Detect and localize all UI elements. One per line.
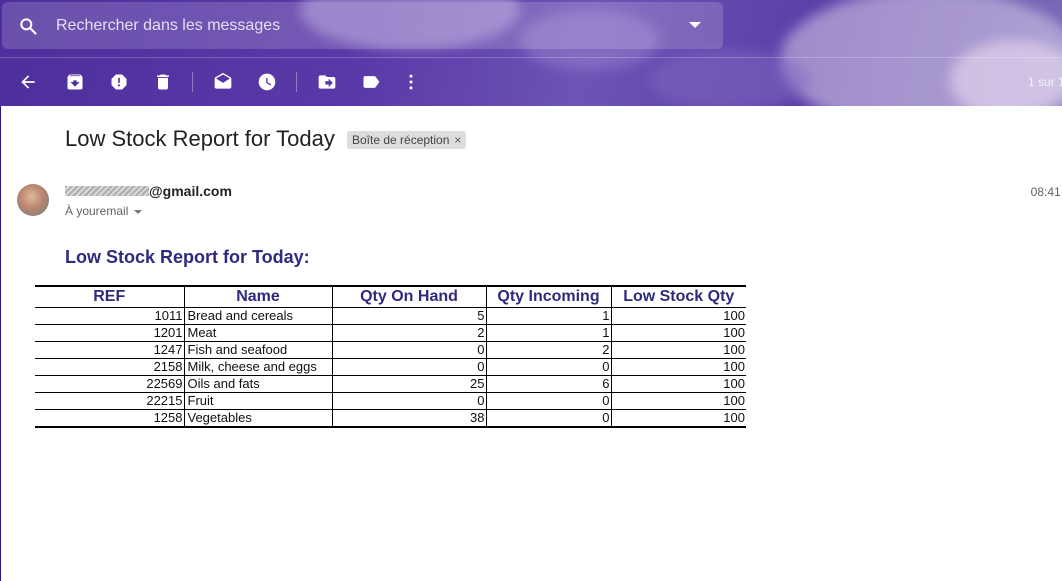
qty-on-hand-cell: 25 [331,375,486,393]
inbox-label-chip[interactable]: Boîte de réception × [347,131,467,149]
delete-icon[interactable] [153,72,173,92]
qty-on-hand-cell: 5 [331,307,486,325]
low-stock-qty-cell: 100 [610,409,746,428]
report-spam-icon[interactable] [109,72,129,92]
stock-table: REF Name Qty On Hand Qty Incoming Low St… [35,285,746,428]
qty-on-hand-cell: 2 [331,324,486,342]
column-header: Qty On Hand [331,285,486,308]
column-header: Name [183,285,332,308]
table-row: 1247 Fish and seafood 0 2 100 [35,341,746,359]
qty-on-hand-cell: 0 [331,358,486,376]
search-icon[interactable] [18,16,38,36]
name-cell: Bread and cereals [183,307,332,325]
avatar[interactable] [17,184,49,216]
ref-cell: 1247 [35,341,184,359]
toolbar-separator [192,72,193,92]
pagination-text: 1 sur 1 ( [1027,75,1062,89]
ref-cell: 1258 [35,409,184,428]
name-cell: Vegetables [183,409,332,428]
table-row: 1201 Meat 2 1 100 [35,324,746,342]
qty-incoming-cell: 0 [485,392,611,410]
chevron-down-icon[interactable] [134,209,143,214]
low-stock-qty-cell: 100 [610,307,746,325]
toolbar-separator [296,72,297,92]
table-row: 1011 Bread and cereals 5 1 100 [35,307,746,325]
low-stock-qty-cell: 100 [610,392,746,410]
qty-incoming-cell: 2 [485,341,611,359]
search-input[interactable]: Rechercher dans les messages [56,17,280,35]
recipient-text: À youremail [65,204,129,218]
table-header-row: REF Name Qty On Hand Qty Incoming Low St… [35,285,746,308]
background-blob [650,50,810,106]
recipient-details[interactable]: À youremail [65,204,143,218]
back-arrow-icon[interactable] [18,72,38,92]
name-cell: Fruit [183,392,332,410]
label-icon[interactable] [361,72,381,92]
redacted-sender-name [65,186,149,196]
low-stock-qty-cell: 100 [610,375,746,393]
ref-cell: 22215 [35,392,184,410]
label-text: Boîte de réception [352,133,450,147]
table-row: 2158 Milk, cheese and eggs 0 0 100 [35,358,746,376]
archive-icon[interactable] [65,72,85,92]
more-options-icon[interactable] [401,72,421,92]
search-options-icon[interactable] [689,22,701,28]
qty-incoming-cell: 0 [485,358,611,376]
table-row: 22215 Fruit 0 0 100 [35,392,746,410]
name-cell: Meat [183,324,332,342]
qty-on-hand-cell: 0 [331,392,486,410]
name-cell: Fish and seafood [183,341,332,359]
remove-label-icon[interactable]: × [454,133,461,147]
ref-cell: 2158 [35,358,184,376]
ref-cell: 22569 [35,375,184,393]
ref-cell: 1011 [35,307,184,325]
low-stock-qty-cell: 100 [610,324,746,342]
left-border [0,106,1,581]
move-to-icon[interactable] [317,72,337,92]
column-header: Qty Incoming [485,285,611,308]
table-row: 22569 Oils and fats 25 6 100 [35,375,746,393]
search-bar[interactable]: Rechercher dans les messages [2,2,723,49]
qty-incoming-cell: 6 [485,375,611,393]
report-title: Low Stock Report for Today: [65,247,310,267]
low-stock-qty-cell: 100 [610,358,746,376]
ref-cell: 1201 [35,324,184,342]
name-cell: Milk, cheese and eggs [183,358,332,376]
header: Rechercher dans les messages 1 sur 1 ( [0,0,1062,106]
column-header: REF [35,285,184,308]
mark-unread-icon[interactable] [213,72,233,92]
low-stock-qty-cell: 100 [610,341,746,359]
toolbar-divider [0,57,1062,58]
message-time: 08:41 ( [1030,185,1062,199]
column-header: Low Stock Qty [610,285,746,308]
name-cell: Oils and fats [183,375,332,393]
qty-incoming-cell: 0 [485,409,611,428]
qty-on-hand-cell: 38 [331,409,486,428]
email-subject: Low Stock Report for Today [65,126,335,151]
snooze-icon[interactable] [257,72,277,92]
sender-email[interactable]: @gmail.com [149,183,232,199]
qty-incoming-cell: 1 [485,324,611,342]
table-row: 1258 Vegetables 38 0 100 [35,409,746,428]
qty-incoming-cell: 1 [485,307,611,325]
qty-on-hand-cell: 0 [331,341,486,359]
